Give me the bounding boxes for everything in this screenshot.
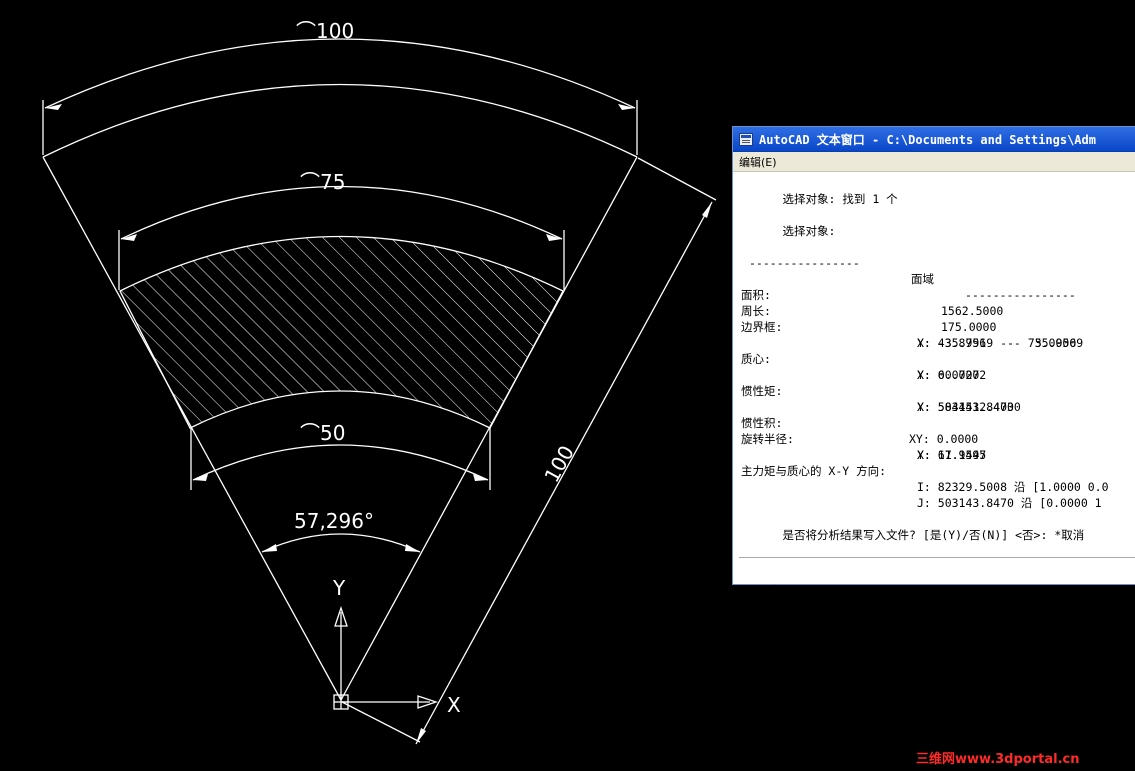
text-caret	[801, 584, 803, 599]
arc-middle-label: ⌒75	[300, 170, 345, 194]
arc-outer-label: ⌒100	[296, 19, 354, 43]
result-gyration-y: Y: 17.9447	[917, 448, 987, 462]
result-poi: 惯性积: XY: 0.0000	[741, 416, 979, 446]
section-header: ---------------- 面域 ----------------	[749, 256, 1076, 302]
dim-arrow-angle-left	[262, 544, 277, 552]
text-window-title: AutoCAD 文本窗口 - C:\Documents and Settings…	[759, 132, 1096, 147]
output-line: 选择对象: 找到 1 个	[782, 192, 898, 206]
result-area: 面积: 1562.5000	[741, 288, 1004, 318]
dim-arrow-inner-left	[193, 474, 208, 481]
hatched-region	[119, 235, 564, 429]
dim-arc-inner	[192, 444, 489, 481]
autocad-window-icon[interactable]	[739, 132, 753, 146]
text-window-titlebar[interactable]: AutoCAD 文本窗口 - C:\Documents and Settings…	[733, 127, 1135, 152]
result-bbox-x: 边界框: X: -35.9569 -- 35.9569	[741, 320, 1084, 350]
radius-label: 100	[539, 441, 579, 486]
dim-arc-middle	[120, 185, 563, 240]
result-centroid-y: Y: 60.7272	[917, 368, 987, 382]
dim-arrow-radius-bottom	[416, 728, 426, 744]
outer-arc	[42, 83, 638, 158]
result-principal-j: J: 503143.8470 沿 [0.0000 1	[917, 496, 1102, 510]
dim-arc-outer	[44, 38, 636, 109]
command-prompt: 命令:	[767, 584, 800, 598]
ext-line-radius-top	[637, 157, 717, 201]
ext-line-radius-bottom	[341, 701, 421, 743]
text-window-menubar: 编辑(E)	[733, 152, 1135, 172]
angle-label: 57,296°	[294, 509, 374, 533]
menu-edit[interactable]: 编辑(E)	[739, 154, 777, 170]
result-bbox-y: Y: 43.8791 -- 75.0000	[917, 336, 1077, 350]
watermark: 三维网www.3dportal.cn	[916, 752, 1080, 767]
command-line[interactable]: 命令:	[739, 557, 1135, 599]
dim-arrow-radius-top	[702, 202, 712, 218]
ucs-y-label: Y	[332, 576, 346, 600]
result-centroid-x: 质心: X: 0.0000	[741, 352, 980, 382]
autocad-text-window[interactable]: AutoCAD 文本窗口 - C:\Documents and Settings…	[732, 126, 1135, 599]
dim-arrow-inner-right	[473, 474, 488, 481]
arc-inner-label: ⌒50	[300, 421, 345, 445]
dim-arrow-angle-right	[405, 544, 420, 552]
write-file-prompt: 是否将分析结果写入文件? [是(Y)/否(N)] <否>: *取消	[782, 528, 1085, 542]
result-principal-label: 主力矩与质心的 X-Y 方向:	[741, 464, 887, 478]
result-moi-y: Y: 503143.8470	[917, 400, 1014, 414]
result-principal-i: I: 82329.5008 沿 [1.0000 0.0	[917, 480, 1109, 494]
output-line: 选择对象:	[782, 224, 836, 238]
result-moi-x: 惯性矩: X: 5844512.4030	[741, 384, 1021, 414]
result-perimeter: 周长: 175.0000	[741, 304, 997, 334]
result-gyration-x: 旋转半径: X: 61.1595	[741, 432, 987, 462]
dim-angle-arc	[261, 533, 421, 553]
text-window-output[interactable]: 选择对象: 找到 1 个 选择对象: ---------------- 面域 -…	[741, 175, 1135, 555]
ucs-x-label: X	[447, 693, 461, 717]
